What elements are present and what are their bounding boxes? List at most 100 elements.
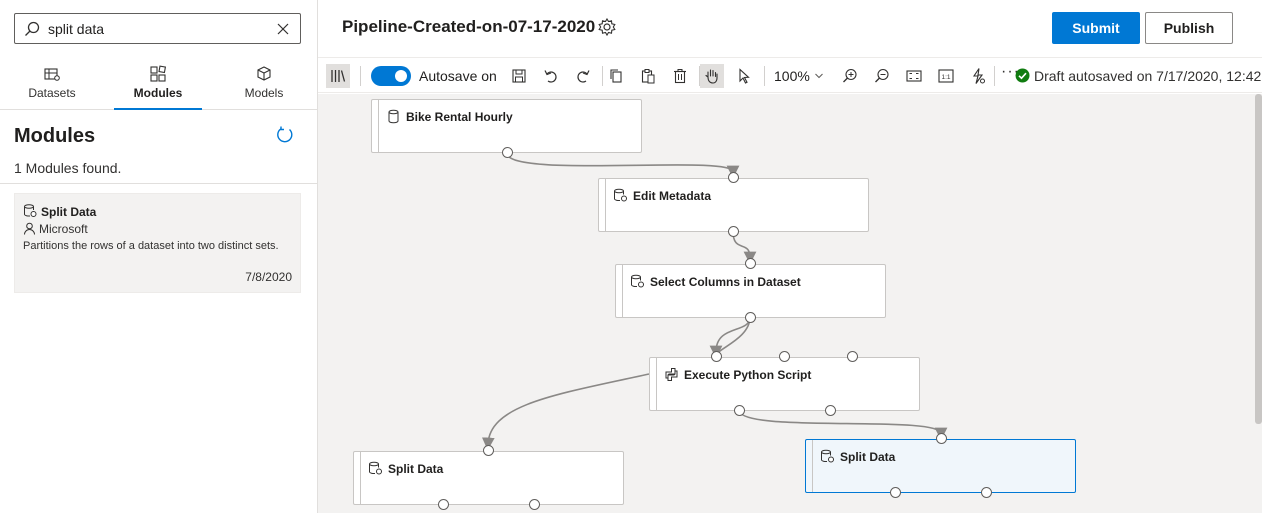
node-stripe bbox=[605, 179, 606, 231]
autosave-label: Autosave on bbox=[419, 68, 497, 84]
asset-tabs: Datasets Modules Models bbox=[0, 58, 318, 110]
zoom-out-button[interactable] bbox=[870, 64, 894, 88]
pipeline-node-bike-rental[interactable]: Bike Rental Hourly bbox=[371, 99, 642, 153]
node-stripe bbox=[378, 100, 379, 152]
chevron-down-icon[interactable] bbox=[814, 71, 824, 81]
search-box[interactable]: split data bbox=[14, 13, 301, 44]
divider bbox=[0, 183, 318, 184]
submit-button[interactable]: Submit bbox=[1052, 12, 1140, 44]
output-port[interactable] bbox=[728, 226, 739, 237]
pan-button[interactable] bbox=[700, 64, 724, 88]
redo-icon bbox=[577, 70, 590, 83]
input-port[interactable] bbox=[483, 445, 494, 456]
node-stripe bbox=[622, 265, 623, 317]
vertical-scrollbar[interactable] bbox=[1255, 94, 1262, 424]
pipeline-header: Pipeline-Created-on-07-17-2020 Submit Pu… bbox=[318, 0, 1262, 57]
tab-models[interactable]: Models bbox=[214, 58, 314, 110]
pipeline-node-select-columns[interactable]: Select Columns in Dataset bbox=[615, 264, 886, 318]
module-icon bbox=[614, 188, 627, 202]
search-input[interactable]: split data bbox=[48, 21, 104, 37]
dataset-icon bbox=[388, 109, 399, 124]
input-port[interactable] bbox=[711, 351, 722, 362]
output-port[interactable] bbox=[981, 487, 992, 498]
output-port[interactable] bbox=[734, 405, 745, 416]
tab-modules[interactable]: Modules bbox=[108, 58, 208, 110]
node-stripe bbox=[656, 358, 657, 410]
clear-icon[interactable] bbox=[274, 20, 292, 38]
active-tab-indicator bbox=[114, 108, 202, 110]
fit-to-screen-button[interactable] bbox=[902, 64, 926, 88]
module-palette: split data Datasets Modules Models Modul… bbox=[0, 0, 318, 513]
output-port[interactable] bbox=[502, 147, 513, 158]
autosave-toggle[interactable] bbox=[371, 66, 411, 86]
library-toggle-button[interactable] bbox=[326, 64, 350, 88]
input-port[interactable] bbox=[745, 258, 756, 269]
zoom-in-button[interactable] bbox=[838, 64, 862, 88]
redo-button[interactable] bbox=[571, 64, 595, 88]
cube-icon bbox=[257, 66, 271, 81]
delete-button[interactable] bbox=[668, 64, 692, 88]
gear-icon[interactable] bbox=[597, 17, 617, 37]
node-stripe bbox=[812, 440, 813, 492]
connection-line bbox=[738, 409, 948, 441]
input-port[interactable] bbox=[936, 433, 947, 444]
publish-button[interactable]: Publish bbox=[1145, 12, 1233, 44]
node-label: Edit Metadata bbox=[633, 189, 712, 203]
module-icon bbox=[369, 461, 382, 475]
module-name: Split Data bbox=[41, 205, 97, 219]
save-button[interactable] bbox=[507, 64, 531, 88]
node-label: Select Columns in Dataset bbox=[650, 275, 801, 289]
toolbar-divider bbox=[764, 66, 765, 86]
pipeline-node-edit-metadata[interactable]: Edit Metadata bbox=[598, 178, 869, 232]
connection-line bbox=[709, 316, 751, 359]
tab-datasets[interactable]: Datasets bbox=[2, 58, 102, 110]
toolbar-divider bbox=[602, 66, 603, 86]
module-date: 7/8/2020 bbox=[245, 270, 292, 284]
search-icon bbox=[25, 21, 40, 36]
node-label: Execute Python Script bbox=[684, 368, 812, 382]
select-button[interactable] bbox=[732, 64, 756, 88]
module-icon bbox=[631, 274, 644, 288]
copy-button[interactable] bbox=[604, 64, 628, 88]
output-port[interactable] bbox=[890, 487, 901, 498]
module-card[interactable]: Split Data Microsoft Partitions the rows… bbox=[14, 193, 301, 293]
actual-size-icon: 1:1 bbox=[938, 69, 954, 83]
refresh-icon[interactable] bbox=[275, 125, 295, 145]
undo-button[interactable] bbox=[539, 64, 563, 88]
pipeline-node-split-data[interactable]: Split Data bbox=[353, 451, 624, 505]
output-port[interactable] bbox=[438, 499, 449, 510]
person-icon bbox=[24, 222, 35, 235]
pipeline-canvas[interactable]: Bike Rental Hourly Edit Metadata Select … bbox=[318, 94, 1262, 513]
output-port[interactable] bbox=[825, 405, 836, 416]
node-label: Split Data bbox=[388, 462, 444, 476]
fit-screen-icon bbox=[906, 70, 922, 82]
auto-layout-button[interactable] bbox=[966, 64, 990, 88]
node-label: Split Data bbox=[840, 450, 896, 464]
input-port[interactable] bbox=[728, 172, 739, 183]
zoom-in-icon bbox=[843, 68, 857, 83]
pointer-icon bbox=[739, 68, 750, 84]
tab-label: Modules bbox=[133, 86, 183, 100]
toolbar-divider bbox=[994, 66, 995, 86]
zoom-dropdown[interactable]: 100% bbox=[774, 68, 810, 84]
undo-icon bbox=[544, 70, 557, 83]
delete-icon bbox=[674, 69, 686, 84]
input-port[interactable] bbox=[847, 351, 858, 362]
output-port[interactable] bbox=[529, 499, 540, 510]
auto-layout-icon bbox=[972, 68, 985, 84]
pipeline-node-execute-python[interactable]: Execute Python Script bbox=[649, 357, 920, 411]
actual-size-button[interactable]: 1:1 bbox=[934, 64, 958, 88]
module-icon bbox=[821, 449, 834, 463]
module-publisher: Microsoft bbox=[39, 222, 88, 236]
connection-line bbox=[481, 373, 650, 451]
input-port[interactable] bbox=[779, 351, 790, 362]
output-port[interactable] bbox=[745, 312, 756, 323]
page-title: Pipeline-Created-on-07-17-2020 bbox=[342, 17, 596, 36]
connection-line bbox=[506, 152, 740, 179]
paste-button[interactable] bbox=[636, 64, 660, 88]
tab-label: Datasets bbox=[28, 86, 76, 100]
save-icon bbox=[512, 69, 526, 83]
node-stripe bbox=[360, 452, 361, 504]
pipeline-node-split-data-selected[interactable]: Split Data bbox=[805, 439, 1076, 493]
panel-title: Modules bbox=[14, 125, 96, 147]
